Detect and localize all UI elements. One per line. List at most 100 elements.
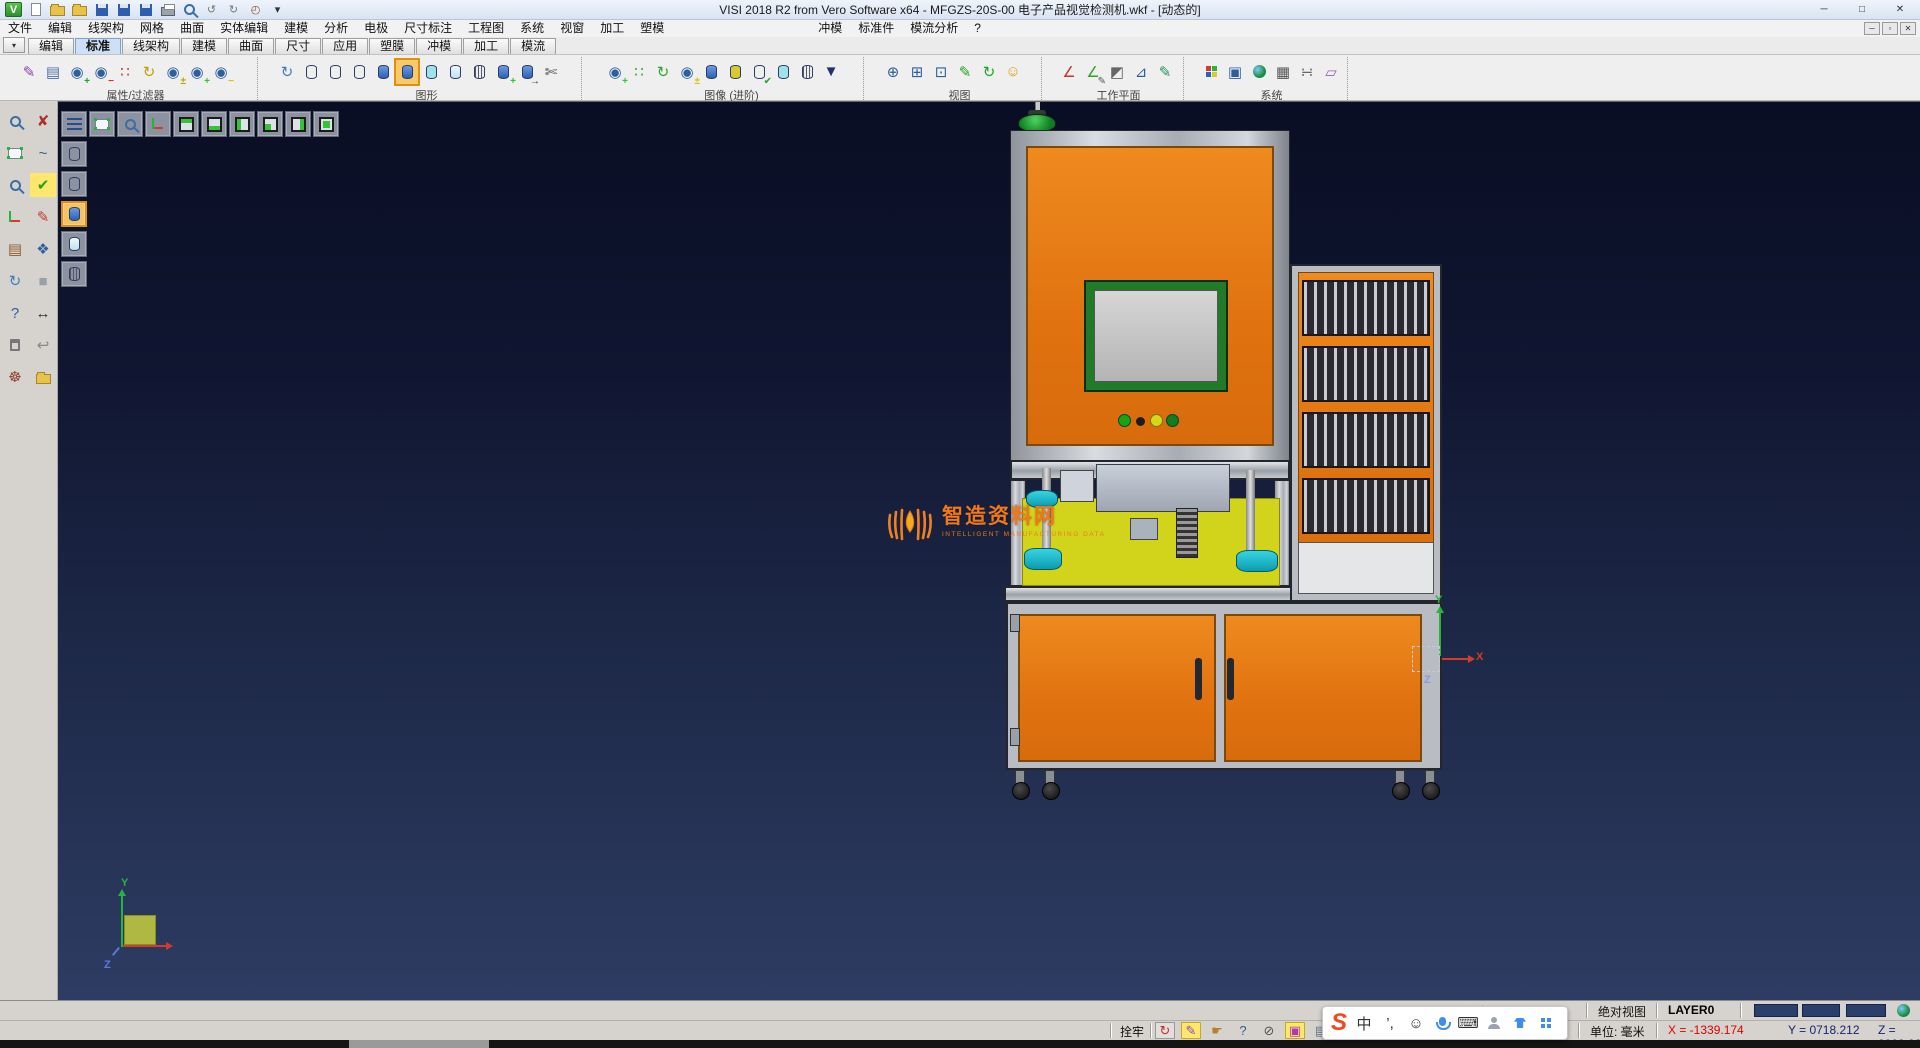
workplane-align-icon[interactable]: ◩ bbox=[1106, 60, 1128, 84]
menu-item-尺寸标注[interactable]: 尺寸标注 bbox=[396, 20, 460, 37]
calculator-icon[interactable]: ▦ bbox=[1272, 60, 1294, 84]
view-top-cube-icon[interactable] bbox=[173, 111, 199, 137]
layer-label[interactable]: LAYER0 bbox=[1668, 1003, 1714, 1017]
shaded-cube-icon[interactable]: ▣ bbox=[1285, 1022, 1305, 1039]
zoom-extents-icon[interactable]: ⊡ bbox=[930, 60, 952, 84]
tab-塑膜[interactable]: 塑膜 bbox=[369, 38, 415, 54]
child-minimize-button[interactable]: ─ bbox=[1864, 22, 1880, 35]
compass-icon[interactable]: ☸ bbox=[2, 365, 28, 389]
menu-item-模流分析[interactable]: 模流分析 bbox=[902, 20, 966, 37]
tab-线架构[interactable]: 线架构 bbox=[122, 38, 180, 54]
cut-section-icon[interactable]: ✄ bbox=[540, 60, 562, 84]
confirm-icon[interactable]: ✔ bbox=[30, 173, 56, 197]
help-icon[interactable]: ? bbox=[2, 301, 28, 325]
view-mode-label[interactable]: 绝对视图 bbox=[1598, 1003, 1646, 1020]
color-settings-icon[interactable] bbox=[1200, 60, 1222, 84]
regen-icon[interactable]: ↻ bbox=[2, 269, 28, 293]
workplane-edit-icon[interactable]: ∠✎ bbox=[1082, 60, 1104, 84]
child-close-button[interactable]: ✕ bbox=[1900, 22, 1916, 35]
ime-skin-icon[interactable] bbox=[1511, 1012, 1529, 1034]
transparent-style-icon[interactable] bbox=[420, 60, 442, 84]
refresh-view-icon[interactable]: ↻ bbox=[978, 60, 1000, 84]
tab-应用[interactable]: 应用 bbox=[322, 38, 368, 54]
ucs-axis-icon[interactable] bbox=[2, 205, 28, 229]
axonometric-icon[interactable] bbox=[145, 111, 171, 137]
menu-item-曲面[interactable]: 曲面 bbox=[172, 20, 212, 37]
show-all-icon[interactable]: ◉+ bbox=[186, 60, 208, 84]
plane-display-icon[interactable]: ▱ bbox=[1320, 60, 1342, 84]
render-check-icon[interactable]: ✔ bbox=[748, 60, 770, 84]
render-transparent-icon[interactable] bbox=[772, 60, 794, 84]
ime-person-icon[interactable] bbox=[1485, 1012, 1503, 1034]
solid-view-icon[interactable]: ■ bbox=[30, 269, 56, 293]
refresh-filter-icon[interactable]: ↻ bbox=[138, 60, 160, 84]
mode-hidden-icon[interactable] bbox=[61, 171, 87, 197]
shaded-style-icon[interactable] bbox=[372, 60, 394, 84]
shaded-edges-style-icon[interactable] bbox=[396, 60, 418, 84]
menu-item-加工[interactable]: 加工 bbox=[592, 20, 632, 37]
ime-emoji-icon[interactable]: ☺ bbox=[1407, 1012, 1425, 1034]
menu-item-实体编辑[interactable]: 实体编辑 bbox=[212, 20, 276, 37]
layer-manager-icon[interactable]: ▤ bbox=[2, 237, 28, 261]
window-view-icon[interactable]: ❖ bbox=[30, 237, 56, 261]
zoom-window-icon[interactable]: ⊞ bbox=[906, 60, 928, 84]
layer-color-swatch[interactable] bbox=[1754, 1004, 1798, 1017]
render-quality-icon[interactable]: ▼ bbox=[820, 60, 842, 84]
hidden-line-style-icon[interactable] bbox=[324, 60, 346, 84]
tab-编辑[interactable]: 编辑 bbox=[28, 38, 74, 54]
render-wire-icon[interactable] bbox=[796, 60, 818, 84]
workplane-sketch-icon[interactable]: ✎ bbox=[1154, 60, 1176, 84]
redraw-status-icon[interactable]: ↻ bbox=[1155, 1022, 1175, 1039]
context-help-icon[interactable]: ? bbox=[1233, 1022, 1253, 1039]
taskbar-item[interactable] bbox=[349, 1040, 489, 1048]
advanced-show-icon[interactable]: ◉+ bbox=[604, 60, 626, 84]
menu-item-电极[interactable]: 电极 bbox=[356, 20, 396, 37]
plane-filter-icon[interactable] bbox=[89, 111, 115, 137]
undo-sidebar-icon[interactable]: ↩ bbox=[30, 333, 56, 357]
viewport-canvas[interactable]: 智造资料网 INTELLIGENT MANUFACTURING DATA Y X… bbox=[58, 101, 1920, 1000]
tab-加工[interactable]: 加工 bbox=[463, 38, 509, 54]
sogou-logo-icon[interactable]: S bbox=[1331, 1008, 1347, 1038]
menu-item-视窗[interactable]: 视窗 bbox=[552, 20, 592, 37]
workplane-create-icon[interactable]: ∠ bbox=[1058, 60, 1080, 84]
render-shaded-icon[interactable] bbox=[700, 60, 722, 84]
dynamic-zoom-icon[interactable] bbox=[117, 111, 143, 137]
menu-item-系统[interactable]: 系统 bbox=[512, 20, 552, 37]
world-status-icon[interactable] bbox=[1897, 1004, 1910, 1017]
show-entities-icon[interactable]: ◉+ bbox=[66, 60, 88, 84]
copy-attributes-icon[interactable]: ▤ bbox=[42, 60, 64, 84]
modify-attributes-icon[interactable]: ✎ bbox=[18, 60, 40, 84]
ime-lang-icon[interactable]: 中 bbox=[1355, 1012, 1373, 1034]
view-left-cube-icon[interactable] bbox=[229, 111, 255, 137]
measure-distance-icon[interactable]: ↔ bbox=[30, 301, 56, 325]
menu-item-网格[interactable]: 网格 bbox=[132, 20, 172, 37]
view-front-cube-icon[interactable] bbox=[257, 111, 283, 137]
hide-entities-icon[interactable]: ◉− bbox=[90, 60, 112, 84]
ime-punct-icon[interactable]: ’, bbox=[1381, 1012, 1399, 1034]
menu-item-冲模[interactable]: 冲模 bbox=[810, 20, 850, 37]
advanced-filter-icon[interactable]: ∷ bbox=[628, 60, 650, 84]
hide-all-icon[interactable]: ◉− bbox=[210, 60, 232, 84]
display-settings-icon[interactable]: ▣ bbox=[1224, 60, 1246, 84]
layer-color-swatch[interactable] bbox=[1802, 1004, 1840, 1017]
selection-plane-icon[interactable] bbox=[2, 141, 28, 165]
mode-hatch-icon[interactable] bbox=[61, 261, 87, 287]
menu-item-标准件[interactable]: 标准件 bbox=[850, 20, 902, 37]
menu-item-文件[interactable]: 文件 bbox=[0, 20, 40, 37]
world-settings-icon[interactable] bbox=[1248, 60, 1270, 84]
menu-item-建模[interactable]: 建模 bbox=[276, 20, 316, 37]
ime-keyboard-icon[interactable]: ⌨ bbox=[1459, 1012, 1477, 1034]
pick-hand-icon[interactable]: ☛ bbox=[1207, 1022, 1227, 1039]
sketch-icon[interactable]: ✎ bbox=[30, 205, 56, 229]
machine-model[interactable] bbox=[940, 101, 1400, 817]
mode-ghost-icon[interactable] bbox=[61, 231, 87, 257]
layer-color-swatch[interactable] bbox=[1846, 1004, 1886, 1017]
redraw-icon[interactable]: ↻ bbox=[276, 60, 298, 84]
menu-item-线架构[interactable]: 线架构 bbox=[80, 20, 132, 37]
mode-wireframe-icon[interactable] bbox=[61, 141, 87, 167]
advanced-toggle-icon[interactable]: ◉± bbox=[676, 60, 698, 84]
menu-item-?[interactable]: ? bbox=[966, 20, 989, 37]
view-bottom-cube-icon[interactable] bbox=[201, 111, 227, 137]
menu-item-工程图[interactable]: 工程图 bbox=[460, 20, 512, 37]
render-material-icon[interactable] bbox=[724, 60, 746, 84]
